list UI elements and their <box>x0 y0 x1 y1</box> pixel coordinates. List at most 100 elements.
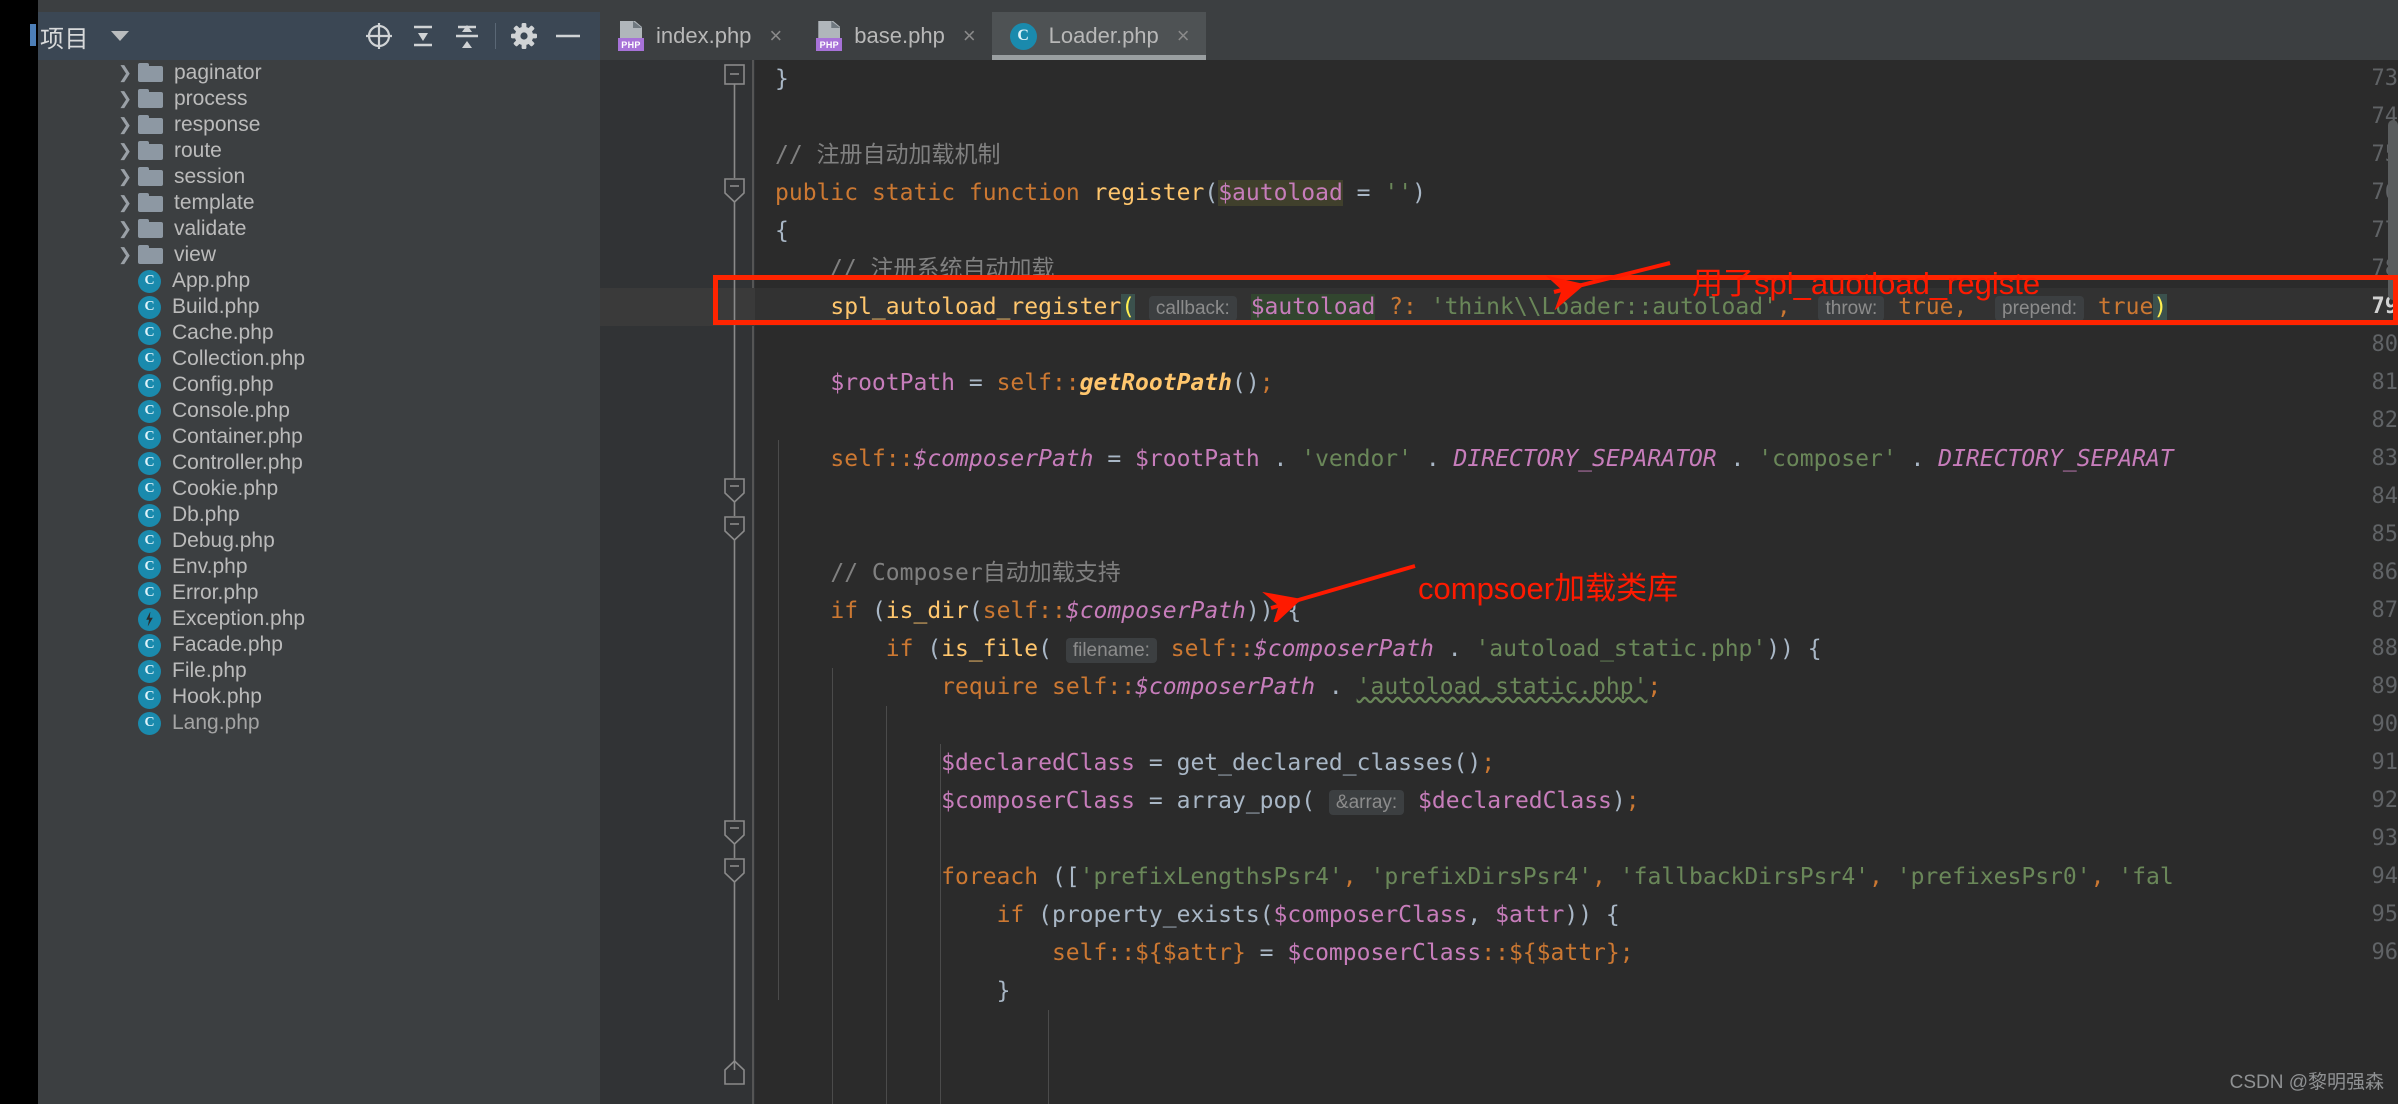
tree-item-label: Cache.php <box>172 321 274 344</box>
tree-item-label: Controller.php <box>172 451 303 474</box>
tree-item-file[interactable]: C Build.php <box>38 294 600 320</box>
chevron-right-icon[interactable]: ❯ <box>112 167 138 187</box>
tree-item-file[interactable]: C Collection.php <box>38 346 600 372</box>
tree-item-label: Config.php <box>172 373 274 396</box>
tree-item-folder[interactable]: ❯ template <box>38 190 600 216</box>
chevron-right-icon[interactable]: ❯ <box>112 89 138 109</box>
tree-item-folder[interactable]: ❯ process <box>38 86 600 112</box>
tree-item-folder[interactable]: ❯ validate <box>38 216 600 242</box>
code-line-76: public static function register($autoloa… <box>775 180 1426 206</box>
folder-icon <box>138 141 164 161</box>
project-tool-window: 项目 ❯ paginator ❯ process ❯ response ❯ ro… <box>0 12 600 1104</box>
close-icon[interactable]: × <box>963 23 976 49</box>
tab-base-php[interactable]: PHP base.php × <box>798 12 991 60</box>
close-icon[interactable]: × <box>1177 23 1190 49</box>
left-edge-strip <box>0 12 38 1104</box>
tree-item-label: template <box>174 191 255 214</box>
code-line-90: $declaredClass = get_declared_classes(); <box>941 750 1496 776</box>
tree-item-file[interactable]: C Lang.php <box>38 710 600 736</box>
php-file-icon: PHP <box>816 21 843 51</box>
tree-item-file[interactable]: C App.php <box>38 268 600 294</box>
close-icon[interactable]: × <box>769 23 782 49</box>
folder-icon <box>138 89 164 109</box>
class-icon: C <box>138 685 161 709</box>
project-file-tree[interactable]: ❯ paginator ❯ process ❯ response ❯ route… <box>38 60 600 1104</box>
code-line-81: $rootPath = self::getRootPath(); <box>830 370 1274 396</box>
tree-item-folder[interactable]: ❯ session <box>38 164 600 190</box>
expand-all-icon[interactable] <box>445 14 489 58</box>
folder-icon <box>138 63 164 83</box>
folder-icon <box>138 167 164 187</box>
hide-panel-icon[interactable] <box>546 14 590 58</box>
class-icon: C <box>138 321 161 345</box>
tree-item-folder[interactable]: ❯ route <box>38 138 600 164</box>
class-icon: C <box>1009 22 1037 50</box>
tab-index-php[interactable]: PHP index.php × <box>600 12 798 60</box>
tree-item-label: paginator <box>174 61 262 84</box>
class-icon: C <box>138 373 161 397</box>
tree-item-label: Cookie.php <box>172 477 279 500</box>
tree-item-folder[interactable]: ❯ paginator <box>38 60 600 86</box>
tree-item-file[interactable]: C Error.php <box>38 580 600 606</box>
tree-item-file[interactable]: C Facade.php <box>38 632 600 658</box>
tab-label: index.php <box>656 23 752 48</box>
tree-item-file[interactable]: C Db.php <box>38 502 600 528</box>
tree-item-label: Container.php <box>172 425 303 448</box>
top-strip-dark-edge <box>0 0 38 12</box>
tab-loader-php[interactable]: C Loader.php × <box>991 12 1206 60</box>
tree-item-file[interactable]: C Console.php <box>38 398 600 424</box>
tree-item-label: response <box>174 113 261 136</box>
php-file-icon: PHP <box>618 21 644 51</box>
chevron-right-icon[interactable]: ❯ <box>112 115 138 135</box>
tree-item-label: Lang.php <box>172 711 260 734</box>
class-icon: C <box>138 529 161 553</box>
fold-markers[interactable] <box>710 60 755 1104</box>
tree-item-label: Error.php <box>172 581 259 604</box>
tree-item-file[interactable]: C Env.php <box>38 554 600 580</box>
tree-item-label: Exception.php <box>172 607 306 630</box>
chevron-down-icon[interactable] <box>111 31 129 41</box>
tab-label: base.php <box>854 23 945 48</box>
code-line-87: if (is_file( filename: self::$composerPa… <box>885 636 1822 663</box>
tree-item-file[interactable]: C Cookie.php <box>38 476 600 502</box>
panel-accent-mark <box>30 24 36 46</box>
class-icon: C <box>138 555 161 579</box>
class-icon: C <box>138 295 161 319</box>
chevron-right-icon[interactable]: ❯ <box>112 219 138 239</box>
code-line-96: } <box>996 978 1011 1004</box>
chevron-right-icon[interactable]: ❯ <box>112 63 138 83</box>
folder-icon <box>138 115 164 135</box>
tree-item-file[interactable]: C Controller.php <box>38 450 600 476</box>
tree-item-label: Build.php <box>172 295 260 318</box>
gear-icon[interactable] <box>502 14 546 58</box>
chevron-right-icon[interactable]: ❯ <box>112 245 138 265</box>
tree-item-file[interactable]: C Container.php <box>38 424 600 450</box>
tree-folders: ❯ paginator ❯ process ❯ response ❯ route… <box>38 60 600 268</box>
class-icon: C <box>138 347 161 371</box>
editor-gutter[interactable] <box>600 60 710 1104</box>
tree-item-label: Env.php <box>172 555 248 578</box>
ide-window: 项目 ❯ paginator ❯ process ❯ response ❯ ro… <box>0 0 2398 1104</box>
editor-scrollbar-thumb[interactable] <box>2388 120 2398 300</box>
tree-item-label: route <box>174 139 222 162</box>
tree-item-file[interactable]: C File.php <box>38 658 600 684</box>
collapse-all-icon[interactable] <box>401 14 445 58</box>
tree-item-file[interactable]: Exception.php <box>38 606 600 632</box>
watermark: CSDN @黎明强森 <box>2229 1072 2384 1093</box>
tree-item-label: Hook.php <box>172 685 262 708</box>
tree-item-folder[interactable]: ❯ view <box>38 242 600 268</box>
chevron-right-icon[interactable]: ❯ <box>112 193 138 213</box>
class-icon: C <box>138 581 161 605</box>
class-icon: C <box>138 399 161 423</box>
chevron-right-icon[interactable]: ❯ <box>112 141 138 161</box>
annotation-text-2: compsoer加载类库 <box>1418 571 1679 606</box>
tree-item-file[interactable]: C Cache.php <box>38 320 600 346</box>
exception-icon <box>138 607 161 631</box>
tree-item-label: process <box>174 87 248 110</box>
locate-icon[interactable] <box>357 14 401 58</box>
tree-item-file[interactable]: C Debug.php <box>38 528 600 554</box>
tree-item-folder[interactable]: ❯ response <box>38 112 600 138</box>
tree-item-label: Collection.php <box>172 347 306 370</box>
tree-item-file[interactable]: C Config.php <box>38 372 600 398</box>
tree-item-file[interactable]: C Hook.php <box>38 684 600 710</box>
